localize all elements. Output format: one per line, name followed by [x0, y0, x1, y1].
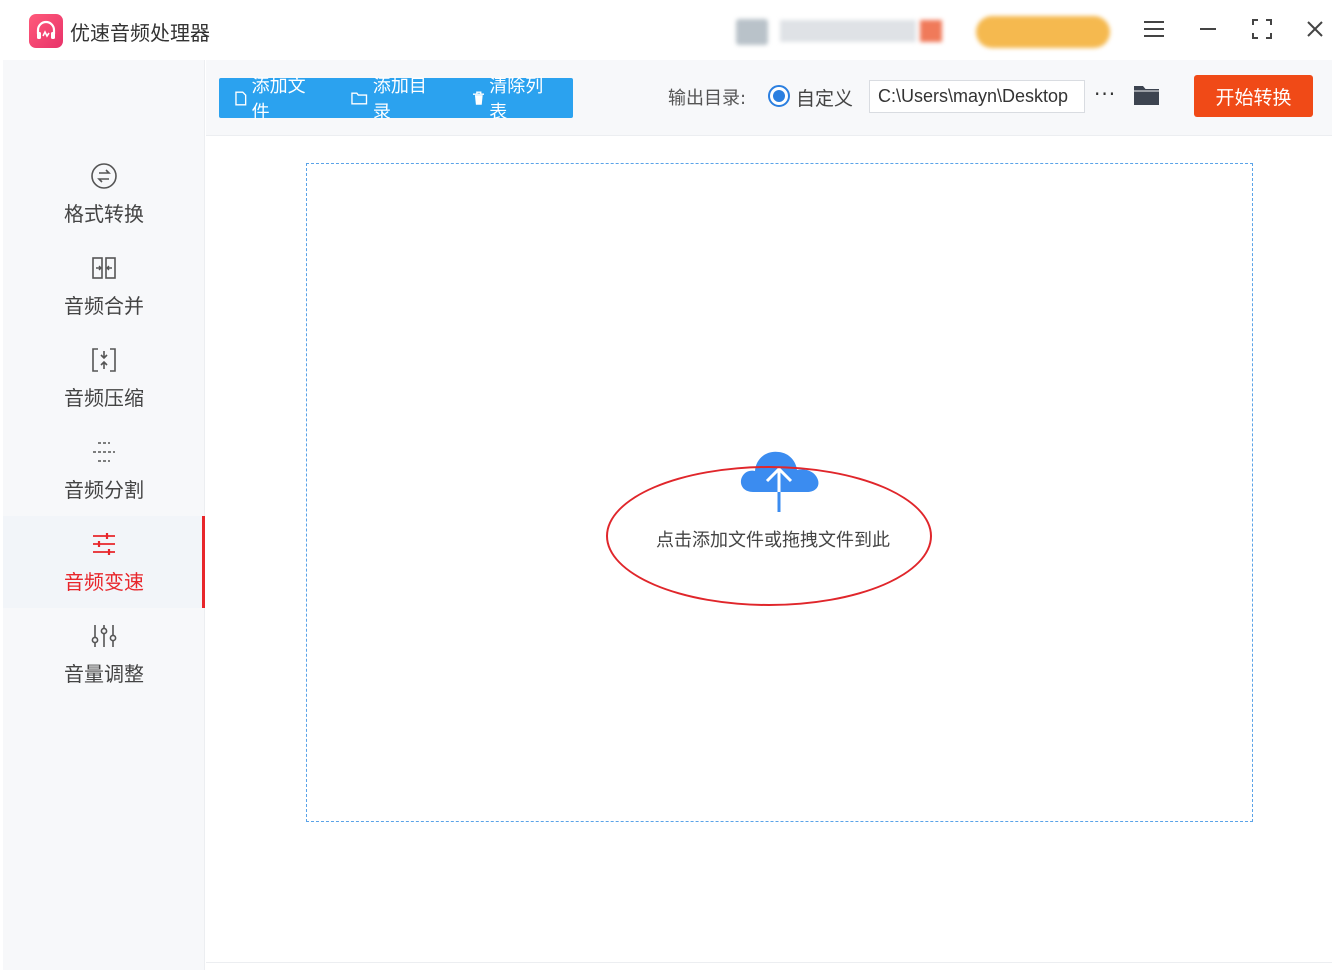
user-name-blurred — [780, 20, 916, 42]
sidebar-item-volume-adjust[interactable]: 音量调整 — [3, 608, 205, 700]
toolbar: 添加文件 添加目录 清除列表 输出目录: 自定义 ··· 开始转换 — [206, 60, 1332, 136]
close-button[interactable] — [1300, 14, 1330, 44]
file-icon — [235, 91, 247, 105]
avatar[interactable] — [736, 19, 768, 45]
compress-icon — [92, 347, 116, 372]
vip-badge-blurred[interactable] — [976, 16, 1110, 48]
sidebar-item-label: 音频压缩 — [64, 385, 144, 410]
minimize-button[interactable] — [1193, 14, 1223, 44]
split-icon — [93, 441, 115, 462]
add-file-button[interactable]: 添加文件 — [219, 76, 335, 123]
trash-icon — [472, 91, 485, 105]
sidebar-item-audio-merge[interactable]: 音频合并 — [3, 240, 205, 332]
maximize-icon — [1252, 19, 1272, 39]
open-folder-button[interactable] — [1133, 84, 1160, 110]
app-logo-icon — [29, 14, 63, 48]
clear-list-button[interactable]: 清除列表 — [457, 76, 573, 123]
add-directory-button[interactable]: 添加目录 — [335, 76, 456, 123]
format-convert-icon — [91, 162, 117, 189]
output-path-input[interactable] — [869, 80, 1085, 113]
sidebar-item-label: 音频变速 — [64, 569, 144, 594]
add-directory-label: 添加目录 — [372, 76, 427, 123]
sidebar-item-label: 音频合并 — [64, 293, 144, 318]
close-icon — [1307, 21, 1323, 37]
title-bar: 优速音频处理器 — [0, 0, 1332, 60]
cloud-upload-icon[interactable] — [739, 440, 821, 514]
custom-output-radio[interactable] — [768, 85, 790, 107]
browse-more-button[interactable]: ··· — [1094, 82, 1116, 106]
sidebar-item-format-convert[interactable]: 格式转换 — [3, 148, 205, 240]
sidebar: 格式转换 音频合并 音频压缩 音频分割 音频变速 音量调整 — [3, 60, 205, 970]
user-badge-blurred — [920, 20, 942, 42]
custom-output-label[interactable]: 自定义 — [796, 84, 853, 111]
menu-icon — [1144, 21, 1164, 37]
app-title: 优速音频处理器 — [70, 21, 210, 45]
merge-icon — [92, 256, 116, 279]
clear-list-label: 清除列表 — [489, 76, 544, 123]
volume-adjust-icon — [91, 624, 117, 647]
sidebar-item-label: 音频分割 — [64, 477, 144, 502]
maximize-button[interactable] — [1247, 14, 1277, 44]
sidebar-item-audio-compress[interactable]: 音频压缩 — [3, 332, 205, 424]
start-convert-button[interactable]: 开始转换 — [1194, 75, 1313, 117]
minimize-icon — [1200, 28, 1216, 30]
sidebar-item-label: 音量调整 — [64, 661, 144, 686]
bottom-divider — [206, 962, 1332, 963]
folder-icon — [1134, 86, 1159, 105]
sidebar-item-audio-speed[interactable]: 音频变速 — [3, 516, 205, 608]
add-file-label: 添加文件 — [251, 76, 306, 123]
drop-zone-hint: 点击添加文件或拖拽文件到此 — [656, 530, 890, 551]
folder-outline-icon — [351, 92, 368, 105]
sidebar-item-label: 格式转换 — [64, 201, 144, 226]
menu-button[interactable] — [1139, 14, 1169, 44]
sidebar-item-audio-split[interactable]: 音频分割 — [3, 424, 205, 516]
file-button-group: 添加文件 添加目录 清除列表 — [219, 76, 573, 123]
speed-sliders-icon — [93, 532, 115, 555]
output-dir-label: 输出目录: — [668, 88, 747, 109]
